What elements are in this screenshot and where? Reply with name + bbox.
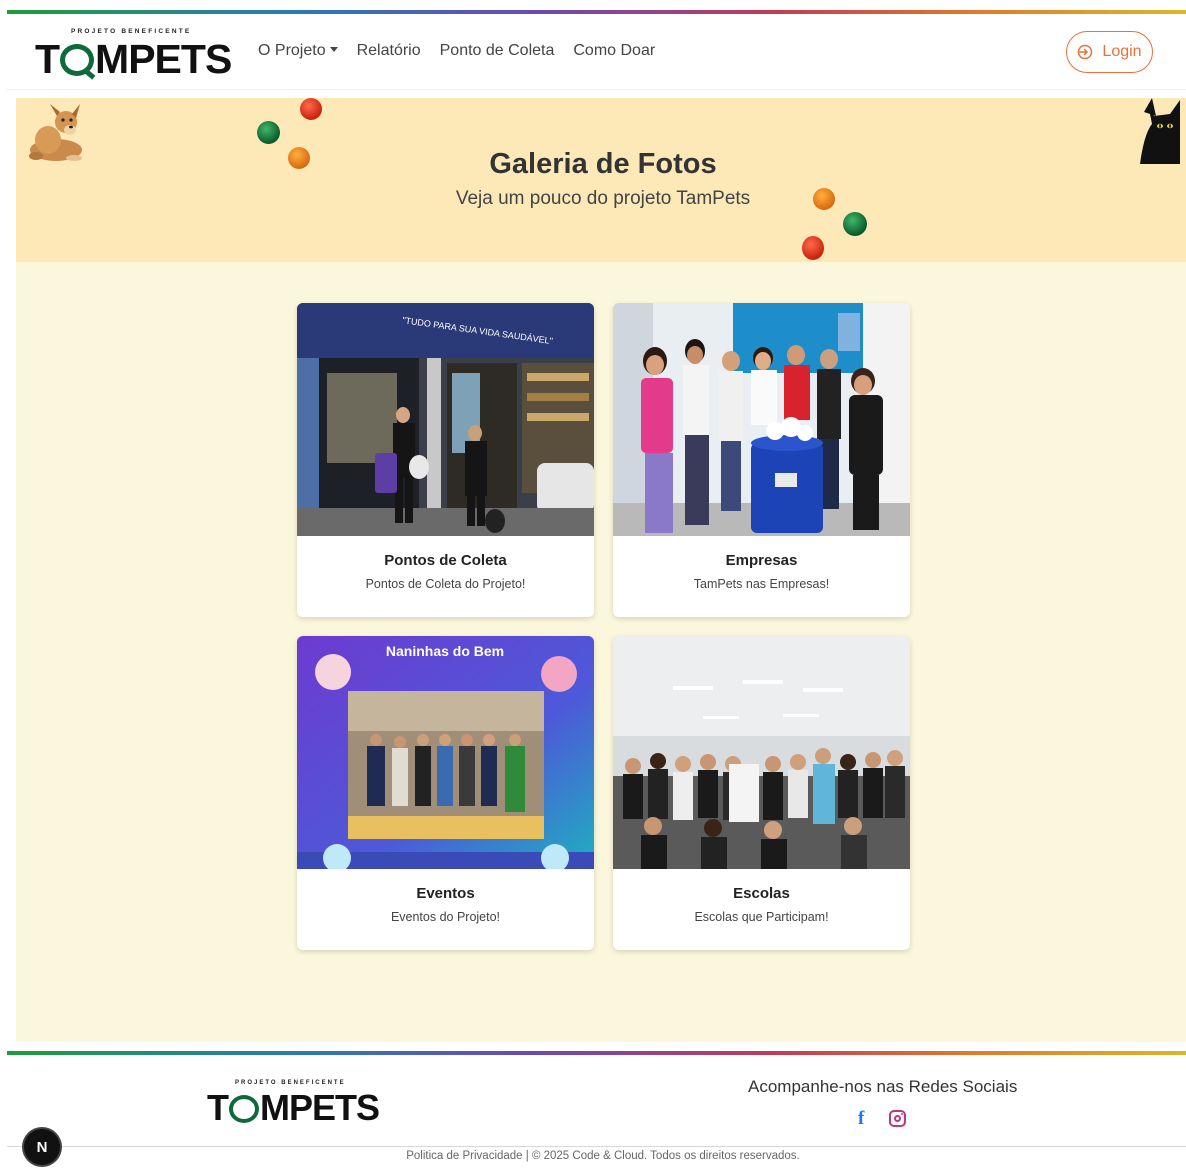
login-label: Login xyxy=(1102,43,1142,60)
social-title: Acompanhe-nos nas Redes Sociais xyxy=(748,1077,1018,1096)
instagram-icon[interactable] xyxy=(889,1110,906,1127)
nav-o-projeto[interactable]: O Projeto xyxy=(258,42,338,60)
copyright-text: Politica de Privacidade | © 2025 Code & … xyxy=(406,1150,800,1162)
cat-illustration xyxy=(1140,98,1180,164)
schools-photo xyxy=(613,636,910,869)
logo-cap-icon xyxy=(60,44,95,76)
dog-illustration xyxy=(29,104,82,161)
dev-tools-badge[interactable]: N xyxy=(24,1129,60,1165)
card-description: Eventos do Projeto! xyxy=(390,910,501,924)
page-title: Galeria de Fotos xyxy=(489,148,717,180)
gallery-content: "TUDO PARA SUA VIDA SAUDÁVEL" Pontos de … xyxy=(16,262,1186,1042)
card-title: Empresas xyxy=(725,552,798,569)
bottle-cap-decoration xyxy=(843,212,867,236)
card-title: Pontos de Coleta xyxy=(384,552,507,569)
nav-ponto-de-coleta[interactable]: Ponto de Coleta xyxy=(440,42,555,60)
logo-wordmark: T MPETS xyxy=(207,1087,380,1128)
footer-logo[interactable]: PROJETO BENEFICENTE T MPETS xyxy=(207,1078,380,1128)
nav-como-doar[interactable]: Como Doar xyxy=(573,42,655,60)
page-subtitle: Veja um pouco do projeto TamPets xyxy=(455,188,751,209)
site-header: PROJETO BENEFICENTE T MPETS O Projeto Rel… xyxy=(7,14,1186,90)
login-icon xyxy=(1078,44,1093,60)
facebook-icon[interactable]: f xyxy=(858,1108,864,1130)
logo-wordmark: T MPETS xyxy=(35,36,232,82)
nav-relatorio[interactable]: Relatório xyxy=(357,42,421,60)
logo-tagline: PROJETO BENEFICENTE xyxy=(71,28,192,35)
gallery-card-pontos-de-coleta[interactable]: "TUDO PARA SUA VIDA SAUDÁVEL" Pontos de … xyxy=(297,303,594,617)
main-nav: O Projeto Relatório Ponto de Coleta Como… xyxy=(258,42,655,60)
footer-divider xyxy=(7,1146,1186,1147)
gallery-card-empresas[interactable]: Empresas TamPets nas Empresas! xyxy=(613,303,910,617)
event-banner-text: Naninhas do Bem xyxy=(386,643,504,659)
card-title: Escolas xyxy=(733,885,790,902)
logo[interactable]: PROJETO BENEFICENTE T MPETS xyxy=(35,28,235,84)
login-button[interactable]: Login xyxy=(1066,31,1153,73)
logo-cap-icon xyxy=(229,1095,259,1123)
card-description: Pontos de Coleta do Projeto! xyxy=(365,577,526,591)
collection-point-photo: "TUDO PARA SUA VIDA SAUDÁVEL" xyxy=(297,303,594,536)
logo-tagline: PROJETO BENEFICENTE xyxy=(235,1080,346,1086)
site-footer: PROJETO BENEFICENTE T MPETS Acompanhe-nos… xyxy=(7,1056,1186,1173)
gallery-card-eventos[interactable]: Naninhas do Bem Eventos Eventos do Proje… xyxy=(297,636,594,950)
bottle-cap-decoration xyxy=(300,98,322,120)
bottle-cap-decoration xyxy=(802,236,824,260)
companies-photo xyxy=(613,303,910,536)
card-title: Eventos xyxy=(416,885,475,902)
card-description: Escolas que Participam! xyxy=(694,910,829,924)
events-photo: Naninhas do Bem xyxy=(297,636,594,869)
gallery-banner: Galeria de Fotos Veja um pouco do projet… xyxy=(16,98,1186,262)
chevron-down-icon xyxy=(329,47,338,52)
footer-rainbow-bar xyxy=(7,1051,1186,1055)
gallery-card-escolas[interactable]: Escolas Escolas que Participam! xyxy=(613,636,910,950)
card-description: TamPets nas Empresas! xyxy=(693,577,830,591)
bottle-cap-decoration xyxy=(257,121,280,144)
